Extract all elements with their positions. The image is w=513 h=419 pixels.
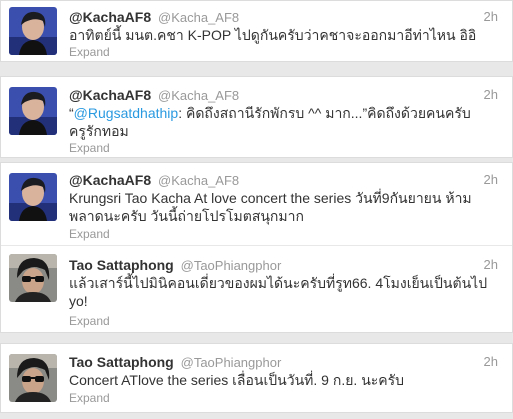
author-name[interactable]: Tao Sattaphong: [69, 257, 174, 273]
author-handle[interactable]: @Kacha_AF8: [158, 88, 239, 103]
avatar[interactable]: [9, 7, 57, 55]
avatar-kacha-icon: [9, 173, 57, 221]
avatar[interactable]: [9, 354, 57, 402]
author-handle[interactable]: @Kacha_AF8: [158, 10, 239, 25]
tweet-text: “@Rugsatdhathip: คิดถึงสถานีรักพักรบ ^^ …: [69, 104, 489, 140]
tweet-feed: @KachaAF8 @Kacha_AF8 2h อาทิตย์นี้ มนต.ค…: [0, 0, 513, 419]
author-name[interactable]: Tao Sattaphong: [69, 354, 174, 370]
avatar[interactable]: [9, 87, 57, 135]
tweet-text: Krungsri Tao Kacha At love concert the s…: [69, 190, 472, 224]
mention-link[interactable]: @Rugsatdhathip: [74, 105, 179, 121]
avatar-tao-icon: [9, 354, 57, 402]
timestamp[interactable]: 2h: [484, 171, 498, 189]
tweet-card[interactable]: @KachaAF8 @Kacha_AF8 2h อาทิตย์นี้ มนต.ค…: [0, 0, 513, 62]
tweet-item[interactable]: Tao Sattaphong @TaoPhiangphor 2h แล้วเสา…: [1, 245, 512, 333]
tweet-header: @KachaAF8 @Kacha_AF8: [69, 8, 239, 27]
author-handle[interactable]: @Kacha_AF8: [158, 173, 239, 188]
author-name[interactable]: @KachaAF8: [69, 9, 151, 25]
tweet-item[interactable]: @KachaAF8 @Kacha_AF8 2h “@Rugsatdhathip:…: [1, 77, 512, 157]
tweet-card[interactable]: Tao Sattaphong @TaoPhiangphor 2h Concert…: [0, 343, 513, 413]
timestamp[interactable]: 2h: [484, 86, 498, 104]
tweet-item[interactable]: Tao Sattaphong @TaoPhiangphor 2h Concert…: [1, 344, 512, 412]
expand-link[interactable]: Expand: [69, 45, 110, 59]
tweet-item[interactable]: @KachaAF8 @Kacha_AF8 2h อาทิตย์นี้ มนต.ค…: [1, 1, 512, 61]
avatar[interactable]: [9, 173, 57, 221]
avatar-tao-icon: [9, 254, 57, 302]
expand-link[interactable]: Expand: [69, 141, 110, 155]
tweet-card[interactable]: @KachaAF8 @Kacha_AF8 2h “@Rugsatdhathip:…: [0, 76, 513, 158]
expand-link[interactable]: Expand: [69, 227, 110, 241]
tweet-item[interactable]: @KachaAF8 @Kacha_AF8 2h Krungsri Tao Kac…: [1, 163, 512, 243]
expand-link[interactable]: Expand: [69, 314, 110, 328]
avatar-kacha-icon: [9, 87, 57, 135]
avatar[interactable]: [9, 254, 57, 302]
timestamp[interactable]: 2h: [484, 256, 498, 274]
tweet-header: Tao Sattaphong @TaoPhiangphor: [69, 256, 281, 275]
tweet-header: @KachaAF8 @Kacha_AF8: [69, 86, 239, 105]
expand-link[interactable]: Expand: [69, 391, 110, 405]
timestamp[interactable]: 2h: [484, 8, 498, 26]
tweet-header: Tao Sattaphong @TaoPhiangphor: [69, 353, 281, 372]
tweet-text: Concert ATlove the series เลื่อนเป็นวันท…: [69, 372, 405, 388]
tweet-card[interactable]: @KachaAF8 @Kacha_AF8 2h Krungsri Tao Kac…: [0, 162, 513, 333]
tweet-text: อาทิตย์นี้ มนต.คชา K-POP ไปดูกันครับว่าค…: [69, 27, 477, 43]
timestamp[interactable]: 2h: [484, 353, 498, 371]
author-name[interactable]: @KachaAF8: [69, 87, 151, 103]
avatar-kacha-icon: [9, 7, 57, 55]
tweet-text: แล้วเสาร์นี้ไปมินิคอนเดี่ยวของผมได้นะครั…: [69, 275, 488, 309]
author-name[interactable]: @KachaAF8: [69, 172, 151, 188]
tweet-header: @KachaAF8 @Kacha_AF8: [69, 171, 239, 190]
author-handle[interactable]: @TaoPhiangphor: [181, 258, 282, 273]
author-handle[interactable]: @TaoPhiangphor: [181, 355, 282, 370]
